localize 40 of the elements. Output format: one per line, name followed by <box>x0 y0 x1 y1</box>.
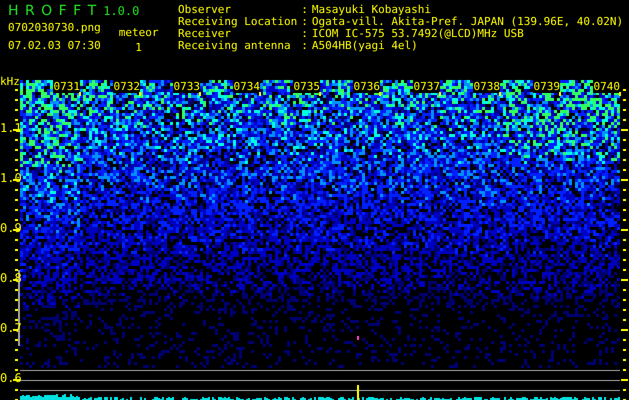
time-label: 0734 <box>232 80 260 93</box>
time-tick <box>559 92 561 96</box>
frequency-label: 0.9 <box>0 222 22 235</box>
time-label: 0736 <box>352 80 380 93</box>
time-label: 0737 <box>412 80 440 93</box>
time-tick <box>379 92 381 96</box>
time-label: 0732 <box>112 80 140 93</box>
station-label: Receiving antenna <box>178 40 292 52</box>
separator: : <box>301 28 308 40</box>
time-tick <box>79 92 81 96</box>
time-tick <box>439 92 441 96</box>
time-label: 0735 <box>292 80 320 93</box>
station-value: Masayuki Kobayashi <box>312 4 432 16</box>
time-label: 0731 <box>52 80 80 93</box>
station-value: ICOM IC-575 53.7492(@LCD)MHz USB <box>312 28 525 40</box>
date-time: 07.02.03 07:30 <box>8 39 101 52</box>
meteor-label: meteor <box>118 26 158 39</box>
separator: : <box>301 40 308 52</box>
app-title: H R O F F T <box>8 2 98 20</box>
time-label: 0738 <box>472 80 500 93</box>
app-version: 1.0.0 <box>103 5 140 18</box>
time-label: 0739 <box>532 80 560 93</box>
station-label: Observer <box>178 4 232 16</box>
time-label: 0740 <box>592 80 620 93</box>
separator: : <box>301 16 308 28</box>
meteor-count: 1 <box>135 41 142 54</box>
file-name: 0702030730.png <box>8 21 101 34</box>
station-value: Ogata-vill. Akita-Pref. JAPAN (139.96E, 40.02N) <box>312 16 624 28</box>
station-label: Receiving Location <box>178 16 298 28</box>
time-tick <box>319 92 321 96</box>
separator: : <box>301 4 308 16</box>
time-tick <box>199 92 201 96</box>
time-tick <box>259 92 261 96</box>
time-tick <box>499 92 501 96</box>
station-label: Receiver <box>178 28 231 40</box>
time-tick <box>139 92 141 96</box>
station-value: A504HB(yagi 4el) <box>312 40 419 52</box>
time-label: 0733 <box>172 80 200 93</box>
time-tick <box>619 92 621 96</box>
axis-unit: kHz <box>0 75 20 88</box>
